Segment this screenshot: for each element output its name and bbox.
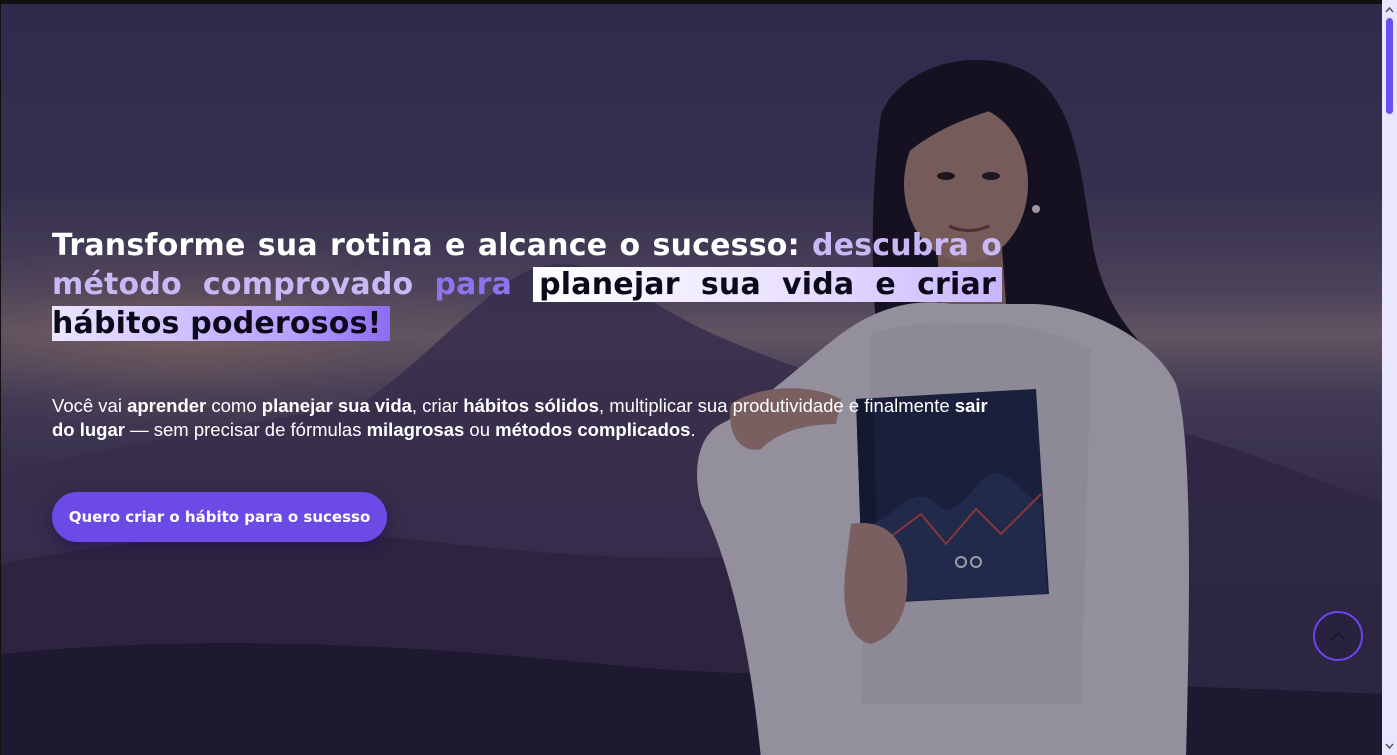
headline-part-2: descubra o — [812, 228, 1002, 263]
subtitle-text: — sem precisar de fórmulas — [124, 419, 367, 440]
scroll-down-arrow-icon[interactable] — [1384, 740, 1395, 751]
subtitle-bold: planejar sua vida — [261, 395, 412, 416]
subtitle-bold: hábitos sólidos — [463, 395, 599, 416]
subtitle-text: . — [690, 419, 696, 440]
headline-part-3: método comprovado — [52, 267, 414, 302]
headline-part-1: Transforme sua rotina e alcance o sucess… — [52, 228, 813, 263]
subtitle-text: ou — [464, 419, 496, 440]
subtitle-bold: métodos complicados — [495, 419, 691, 440]
subtitle-text: , criar — [411, 395, 464, 416]
subtitle-text: , multiplicar sua produtividade e finalm… — [598, 395, 955, 416]
subtitle-bold: aprender — [127, 395, 207, 416]
headline-highlight-1: planejar sua vida e criar — [533, 267, 1002, 302]
back-to-top-button[interactable] — [1313, 611, 1363, 661]
headline-part-4: para — [434, 267, 513, 302]
scroll-up-arrow-icon[interactable] — [1384, 4, 1395, 15]
hero-section: Transforme sua rotina e alcance o sucess… — [0, 0, 1382, 755]
subtitle-text: Você vai — [52, 395, 128, 416]
hero-subtitle: Você vai aprender como planejar sua vida… — [52, 394, 1012, 442]
cta-button[interactable]: Quero criar o hábito para o sucesso — [52, 492, 387, 542]
vertical-scrollbar[interactable] — [1382, 0, 1397, 755]
hero-background — [1, 4, 1382, 755]
hero-headline: Transforme sua rotina e alcance o sucess… — [52, 226, 1002, 343]
scrollbar-thumb[interactable] — [1386, 18, 1393, 114]
hero-content: Transforme sua rotina e alcance o sucess… — [52, 226, 1002, 343]
headline-highlight-2: hábitos poderosos! — [52, 306, 390, 341]
chevron-up-icon — [1330, 631, 1346, 641]
subtitle-bold: milagrosas — [366, 419, 465, 440]
subtitle-text: como — [206, 395, 262, 416]
